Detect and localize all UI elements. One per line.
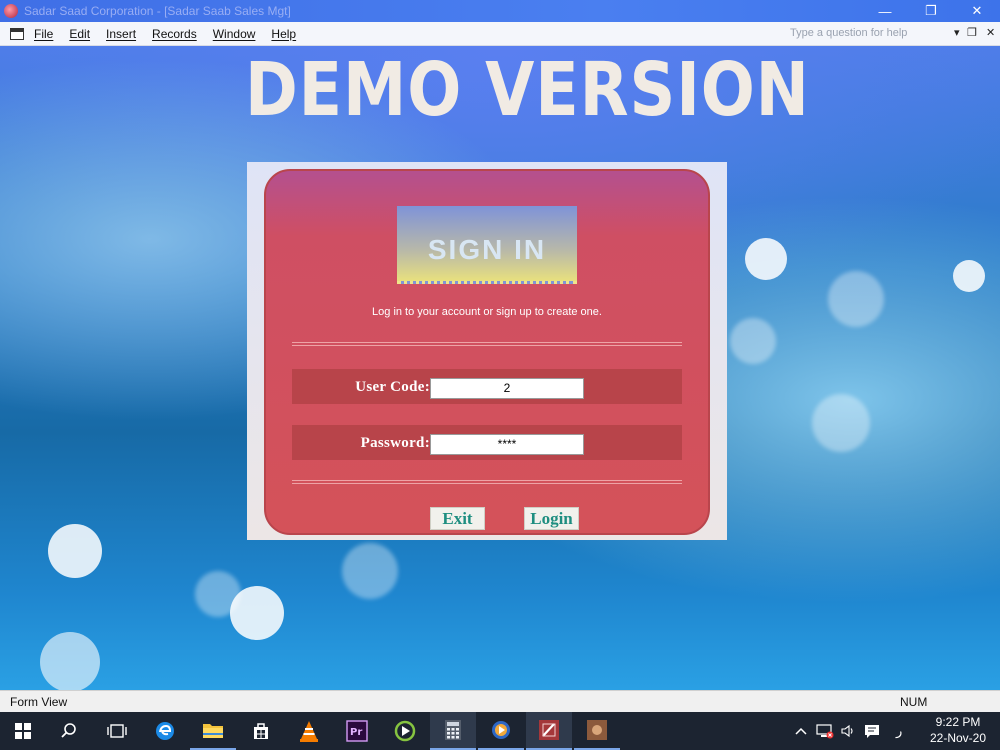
app-icon [4,4,18,18]
file-explorer-icon[interactable] [190,712,236,750]
bokeh-light [40,632,100,690]
menu-insert[interactable]: Insert [106,27,136,41]
bokeh-light [342,543,398,599]
menu-records[interactable]: Records [152,27,197,41]
media-player-icon[interactable] [478,712,524,750]
divider [292,480,682,484]
close-button[interactable]: ✕ [954,0,1000,22]
taskbar: Pr ر 9:22 PM 22-Nov-20 [0,712,1000,750]
clock-date: 22-Nov-20 [929,731,987,745]
bokeh-light [812,394,870,452]
bokeh-light [48,524,102,578]
form-background: DEMO VERSION SIGN IN Log in to your acco… [0,46,1000,690]
restore-button[interactable]: ❐ [908,0,954,22]
app-icon[interactable] [574,712,620,750]
help-search-input[interactable]: Type a question for help [790,27,907,39]
mdi-close-button[interactable]: ✕ [986,26,995,39]
bokeh-light [745,238,787,280]
window-title: Sadar Saad Corporation - [Sadar Saab Sal… [24,4,291,18]
svg-text:Pr: Pr [350,727,362,738]
window-title-bar: Sadar Saad Corporation - [Sadar Saab Sal… [0,0,1000,22]
sign-in-header: SIGN IN [397,206,577,284]
menu-edit[interactable]: Edit [69,27,90,41]
edge-icon[interactable] [142,712,188,750]
form-icon[interactable] [10,27,24,40]
menu-help[interactable]: Help [271,27,296,41]
status-view: Form View [10,695,68,709]
chevron-down-icon[interactable]: ▾ [954,26,960,39]
bokeh-light [953,260,985,292]
start-icon[interactable] [0,712,46,750]
password-row: Password: **** [292,425,682,460]
store-icon[interactable] [238,712,284,750]
notification-icon[interactable] [864,712,880,750]
exit-button[interactable]: Exit [430,507,485,530]
login-button[interactable]: Login [524,507,579,530]
mdi-restore-button[interactable]: ❐ [967,26,977,39]
clock-time: 9:22 PM [935,715,981,729]
taskbar-clock[interactable]: 9:22 PM 22-Nov-20 [925,714,991,746]
calculator-icon[interactable] [430,712,476,750]
bokeh-light [195,571,241,617]
login-subtitle: Log in to your account or sign up to cre… [372,306,602,318]
vlc-icon[interactable] [286,712,332,750]
bokeh-light [828,271,884,327]
network-icon[interactable] [816,712,834,750]
status-bar: Form View NUM [0,690,1000,712]
user-code-label: User Code: [355,379,430,395]
password-input[interactable]: **** [430,434,584,455]
password-label: Password: [360,435,430,451]
premiere-icon[interactable]: Pr [334,712,380,750]
menu-bar: File Edit Insert Records Window Help Typ… [0,22,1000,46]
search-icon[interactable] [46,712,92,750]
user-code-row: User Code: 2 [292,369,682,404]
access-icon[interactable] [526,712,572,750]
volume-icon[interactable] [840,712,856,750]
demo-version-banner: DEMO VERSION [245,47,810,133]
menu-file[interactable]: File [34,27,53,41]
sign-in-title: SIGN IN [427,234,547,265]
input-language-indicator[interactable]: ر [896,712,902,750]
status-num: NUM [900,695,928,709]
user-code-input[interactable]: 2 [430,378,584,399]
minimize-button[interactable]: — [862,0,908,22]
login-card: SIGN IN Log in to your account or sign u… [247,162,727,540]
task-view-icon[interactable] [94,712,140,750]
divider [292,342,682,346]
camtasia-icon[interactable] [382,712,428,750]
bokeh-light [730,318,776,364]
chevron-up-icon[interactable] [795,712,807,750]
menu-window[interactable]: Window [213,27,256,41]
